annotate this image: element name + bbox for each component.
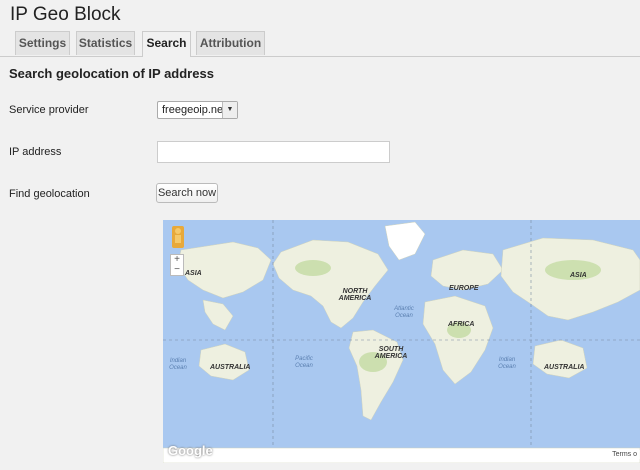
tab-bar: Settings Statistics Search Attribution	[0, 31, 640, 57]
ocean-label-indian: Indian Ocean	[169, 358, 187, 371]
section-heading: Search geolocation of IP address	[9, 66, 214, 81]
page-title: IP Geo Block	[10, 4, 121, 25]
service-provider-value: freegeoip.net	[162, 104, 227, 116]
ip-address-label: IP address	[9, 146, 62, 158]
map-label-north-america: NORTH AMERICA	[338, 288, 372, 302]
pegman-icon[interactable]	[172, 226, 184, 248]
map-label-asia: ASIA	[185, 270, 202, 277]
search-now-button[interactable]: Search now	[156, 183, 218, 203]
map-tiles	[163, 220, 640, 463]
tab-statistics[interactable]: Statistics	[76, 31, 135, 55]
zoom-control: + −	[170, 254, 184, 276]
map-label-south-america: SOUTH AMERICA	[374, 346, 408, 360]
tab-settings[interactable]: Settings	[15, 31, 70, 55]
ip-address-input[interactable]	[157, 141, 390, 163]
map-label-australia: AUSTRALIA	[210, 364, 251, 371]
settings-page: IP Geo Block Settings Statistics Search …	[0, 0, 640, 470]
find-geolocation-label: Find geolocation	[9, 188, 90, 200]
map-terms-link[interactable]: Terms o	[609, 450, 640, 459]
google-logo: Google	[168, 443, 213, 458]
service-provider-select[interactable]: freegeoip.net ▼	[157, 101, 238, 119]
world-map[interactable]: + − ASIA NORTH AMERICA EUROPE ASIA AFRIC…	[163, 220, 640, 463]
map-label-australia: AUSTRALIA	[544, 364, 585, 371]
map-label-asia: ASIA	[570, 272, 587, 279]
dropdown-arrow-icon: ▼	[222, 102, 237, 118]
ocean-label-atlantic: Atlantic Ocean	[394, 306, 414, 319]
map-label-africa: AFRICA	[448, 321, 475, 328]
tab-attribution[interactable]: Attribution	[196, 31, 265, 55]
ocean-label-indian: Indian Ocean	[498, 357, 516, 370]
zoom-out-button[interactable]: −	[171, 265, 183, 275]
tab-search[interactable]: Search	[142, 31, 191, 57]
service-provider-label: Service provider	[9, 104, 89, 116]
map-label-europe: EUROPE	[449, 285, 479, 292]
ocean-label-pacific: Pacific Ocean	[295, 356, 313, 369]
